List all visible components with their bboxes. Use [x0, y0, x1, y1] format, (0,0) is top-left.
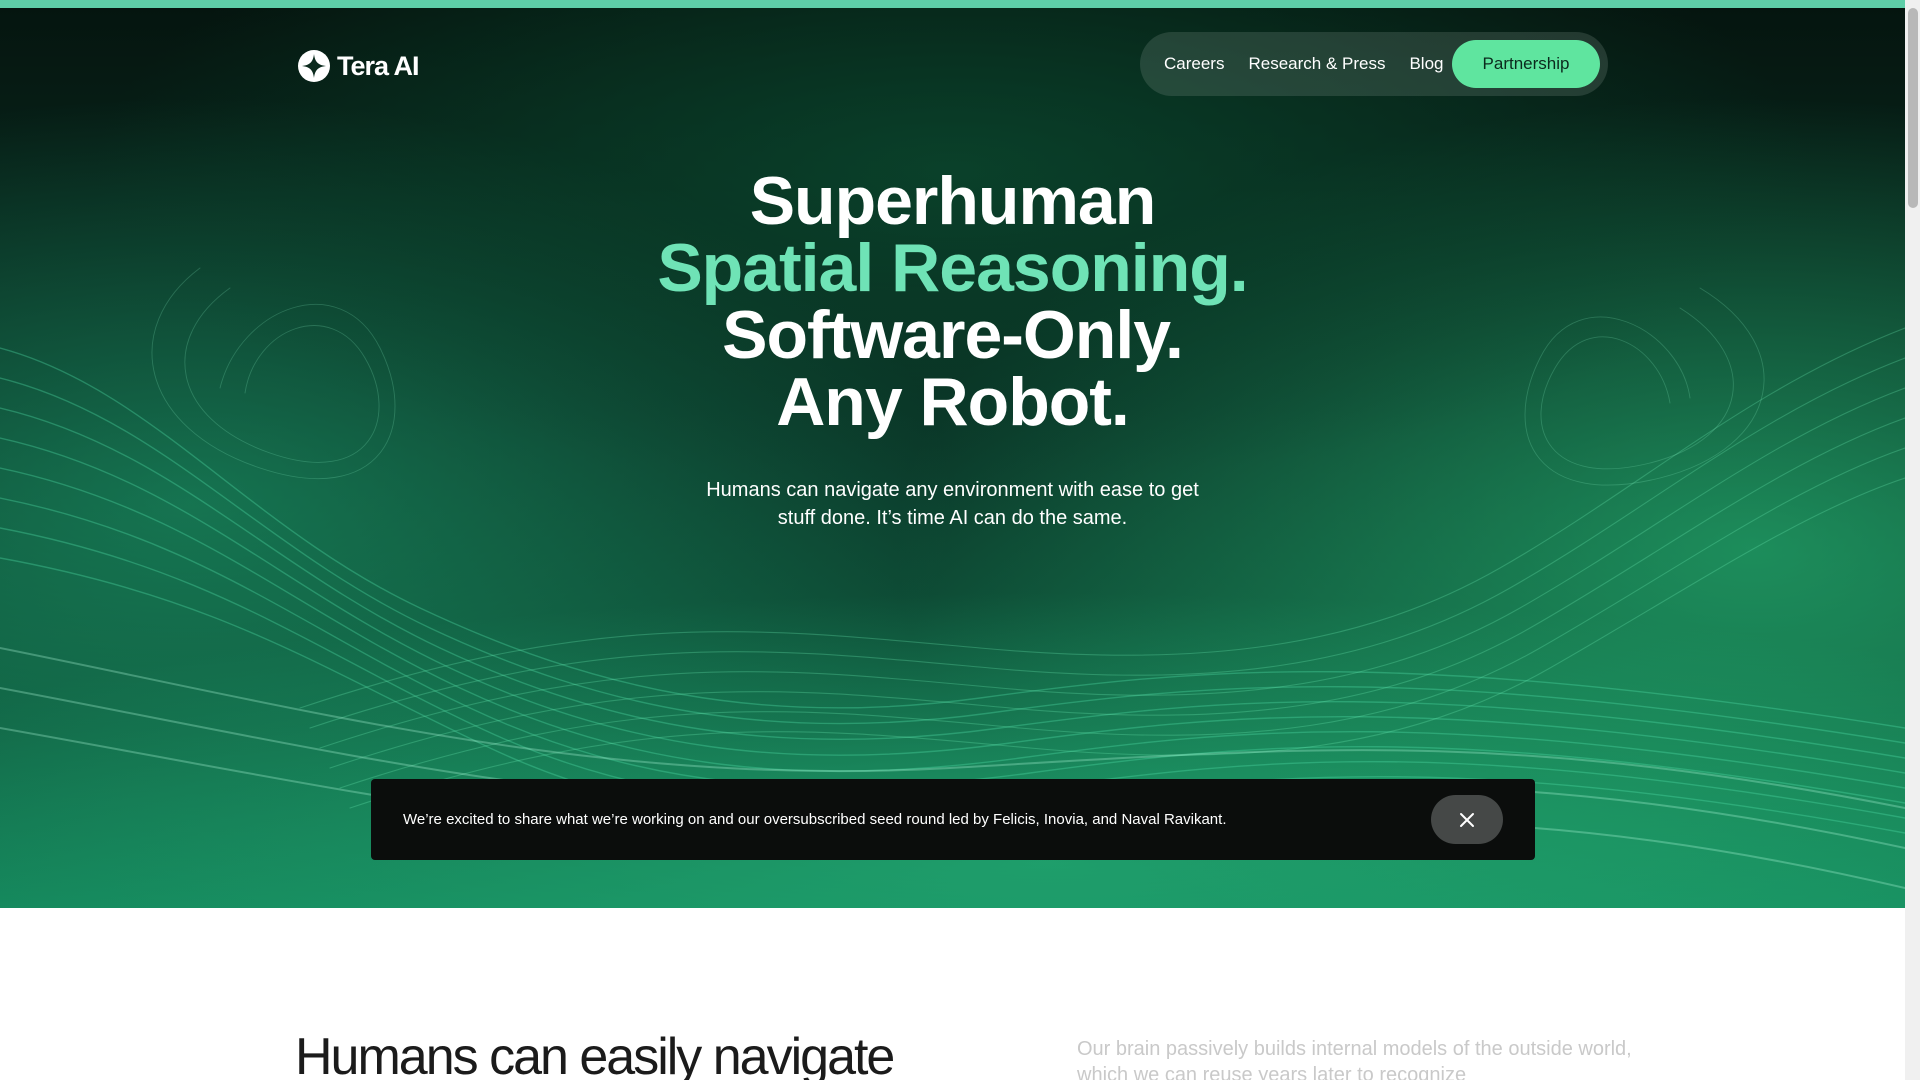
intro-heading: Humans can easily navigate — [295, 1028, 895, 1080]
nav-link-blog[interactable]: Blog — [1409, 54, 1443, 74]
partnership-button[interactable]: Partnership — [1452, 40, 1600, 88]
flowing-light-lines-background — [0, 267, 1905, 889]
brand-name: Tera AI — [337, 50, 420, 81]
top-nav: Careers Research & Press Blog Partnershi… — [1140, 32, 1608, 96]
intro-section: Humans can easily navigate Our brain pas… — [0, 908, 1905, 1080]
hero-subtext: Humans can navigate any environment with… — [0, 476, 1905, 532]
sparkle-logo-icon — [298, 50, 330, 82]
intro-paragraph: Our brain passively builds internal mode… — [1077, 1038, 1632, 1080]
announcement-banner: We’re excited to share what we’re workin… — [371, 779, 1535, 860]
brand-logo[interactable]: Tera AI — [297, 46, 420, 86]
page: Tera AI Careers Research & Press Blog Pa… — [0, 0, 1920, 1080]
hero-section: Tera AI Careers Research & Press Blog Pa… — [0, 8, 1905, 908]
announcement-text: We’re excited to share what we’re workin… — [403, 811, 1227, 828]
page-scrollbar[interactable] — [1905, 0, 1920, 1080]
subtext-line-2: stuff done. It’s time AI can do the same… — [777, 507, 1128, 529]
headline-line-3: Software-Only. — [722, 297, 1184, 373]
close-announcement-button[interactable] — [1431, 795, 1503, 844]
hero-background — [0, 8, 1905, 908]
nav-link-careers[interactable]: Careers — [1164, 54, 1224, 74]
hero-headline: Superhuman Spatial Reasoning. Software-O… — [0, 163, 1905, 440]
nav-link-research-press[interactable]: Research & Press — [1248, 54, 1385, 74]
headline-line-2-accent: Spatial Reasoning. — [657, 230, 1248, 306]
headline-line-4: Any Robot. — [776, 364, 1130, 440]
top-accent-strip — [0, 0, 1905, 8]
close-icon — [1460, 812, 1474, 827]
scrollbar-thumb[interactable] — [1908, 8, 1918, 208]
subtext-line-1: Humans can navigate any environment with… — [706, 479, 1199, 501]
headline-line-1: Superhuman — [749, 163, 1157, 239]
